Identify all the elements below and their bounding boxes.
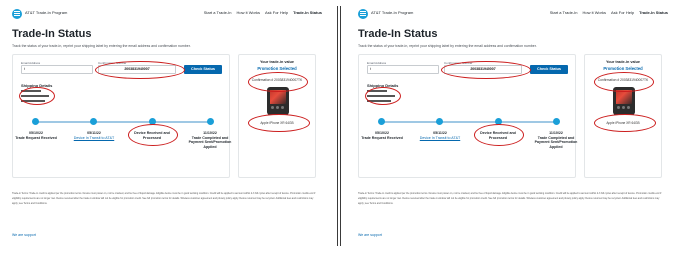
progress-dot [553,118,560,125]
page-title: Trade-In Status [358,28,438,40]
page-subtitle: Track the status of your trade-in, repri… [12,44,191,48]
step-transit-link[interactable]: Device In Transit to AT&T [71,136,117,141]
annotation-circle [594,72,654,92]
footer-support-link[interactable]: We are support [12,233,36,237]
brand-name[interactable]: AT&T Trade-In Program [371,10,413,15]
progress-dot [207,118,214,125]
check-status-button[interactable]: Check Status [530,65,568,74]
footer-support-link[interactable]: We are support [358,233,382,237]
page-subtitle: Track the status of your trade-in, repri… [358,44,537,48]
att-globe-icon[interactable] [12,9,22,19]
page-title: Trade-In Status [12,28,92,40]
promotion-selected: Promotion Selected [603,66,643,71]
top-nav: Start a Trade-In How it Works Ask For Help… [545,10,668,15]
annotation-circle [248,72,308,92]
step-label: Trade Completed and Payment Sent/Promoti… [534,135,578,149]
nav-trade-in-status[interactable]: Trade-In Status [639,10,668,15]
step-transit-link[interactable]: Device In Transit to AT&T [417,136,463,141]
nav-start-trade-in[interactable]: Start a Trade-In [204,10,232,15]
step-label: Trade Request Received [361,135,403,140]
nav-ask-for-help[interactable]: Ask For Help [265,10,288,15]
email-field[interactable]: t [21,65,93,74]
nav-start-trade-in[interactable]: Start a Trade-In [550,10,578,15]
panel-divider [337,6,338,246]
step-received: 05/10/22 Trade Request Received [359,131,405,140]
footer-terms: Trade-in Terms: Trade-in credit is appli… [358,192,662,205]
top-nav: Start a Trade-In How it Works Ask For Help… [199,10,322,15]
annotation-circle [594,114,656,132]
nav-ask-for-help[interactable]: Ask For Help [611,10,634,15]
nav-trade-in-status[interactable]: Trade-In Status [293,10,322,15]
trade-in-value-heading: Your trade-in value [605,60,641,64]
step-received: 05/10/22 Trade Request Received [13,131,59,140]
progress-dot [436,118,443,125]
email-field[interactable]: t [367,65,439,74]
annotation-circle [248,114,310,132]
site-header: AT&T Trade-In Program Start a Trade-In Ho… [346,8,674,22]
progress-track [381,121,557,123]
check-status-button[interactable]: Check Status [184,65,222,74]
annotation-circle [19,87,55,105]
step-completed: 11/10/22 Trade Completed and Payment Sen… [533,131,579,149]
nav-how-it-works[interactable]: How it Works [582,10,605,15]
nav-how-it-works[interactable]: How it Works [236,10,259,15]
step-label: Trade Request Received [15,135,57,140]
step-label: Trade Completed and Payment Sent/Promoti… [188,135,232,149]
trade-in-value-heading: Your trade-in value [259,60,295,64]
step-in-transit: 05/11/22 Device In Transit to AT&T [71,131,117,140]
progress-track [35,121,211,123]
panel-divider [340,6,341,246]
annotation-circle [474,124,524,146]
screenshot-panel-left: AT&T Trade-In Program Start a Trade-In Ho… [0,0,328,258]
brand-name[interactable]: AT&T Trade-In Program [25,10,67,15]
annotation-circle [95,61,185,79]
progress-dot [90,118,97,125]
step-completed: 11/10/22 Trade Completed and Payment Sen… [187,131,233,149]
annotation-circle [128,124,178,146]
progress-dot [378,118,385,125]
screenshot-panel-right: AT&T Trade-In Program Start a Trade-In Ho… [346,0,674,258]
footer-terms: Trade-in Terms: Trade-in credit is appli… [12,192,316,205]
progress-dot [32,118,39,125]
annotation-circle [365,87,401,105]
site-header: AT&T Trade-In Program Start a Trade-In Ho… [0,8,328,22]
att-globe-icon[interactable] [358,9,368,19]
step-in-transit: 05/11/22 Device In Transit to AT&T [417,131,463,140]
promotion-selected: Promotion Selected [257,66,297,71]
annotation-circle [441,61,531,79]
